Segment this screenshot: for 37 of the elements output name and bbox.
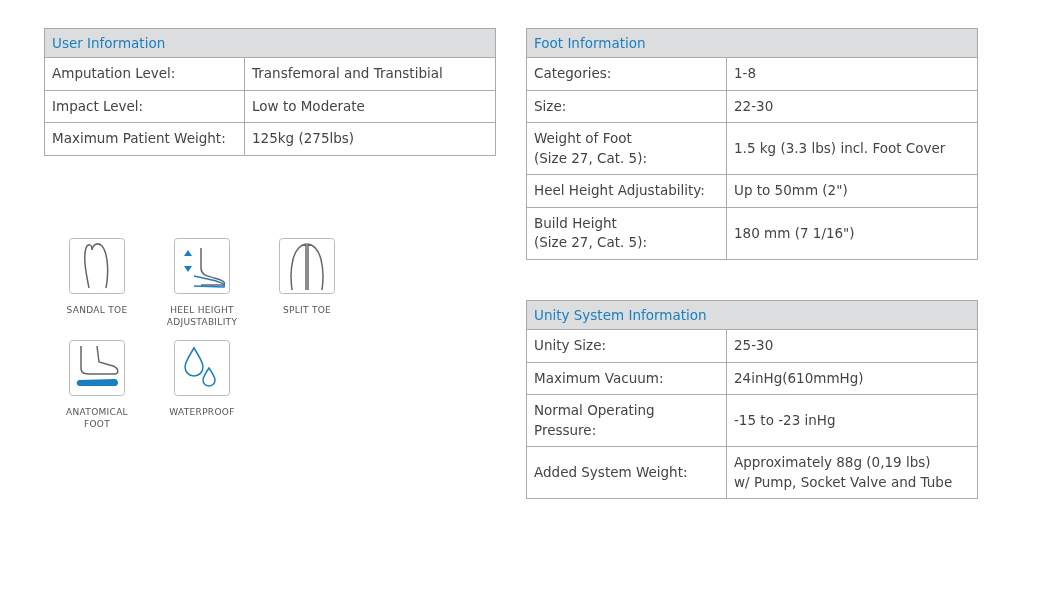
table-cell: Build Height (Size 27, Cat. 5): <box>526 207 727 260</box>
table-cell: 1-8 <box>726 57 978 91</box>
table-cell: 22-30 <box>726 90 978 123</box>
table-cell: Impact Level: <box>44 90 245 123</box>
foot-icon <box>279 237 335 294</box>
table-cell: Low to Moderate <box>244 90 496 123</box>
feature-label: WATERPROOF <box>169 405 235 419</box>
feature-label: HEEL HEIGHT ADJUSTABILITY <box>166 303 238 328</box>
foot-icon <box>69 339 125 396</box>
table-cell: Unity Size: <box>526 329 727 362</box>
table-cell: Weight of Foot (Size 27, Cat. 5): <box>526 122 727 175</box>
table-cell: Approximately 88g (0,19 lbs) w/ Pump, Socket Valve and Tube <box>726 446 978 499</box>
table-cell: Up to 50mm (2") <box>726 174 978 208</box>
table-cell: 125kg (275lbs) <box>244 122 496 156</box>
table-cell: 180 mm (7 1/16") <box>726 207 978 260</box>
table-cell: Maximum Vacuum: <box>526 362 727 395</box>
table-cell: Maximum Patient Weight: <box>44 122 245 156</box>
table-cell: 1.5 kg (3.3 lbs) incl. Foot Cover <box>726 122 978 175</box>
table-cell: Amputation Level: <box>44 57 245 91</box>
water-drops-icon <box>174 339 230 396</box>
table-header: Unity System Information <box>526 300 978 330</box>
table-cell: Heel Height Adjustability: <box>526 174 727 208</box>
table-cell: Normal Operating Pressure: <box>526 394 727 447</box>
table-cell: Categories: <box>526 57 727 91</box>
table-cell: 25-30 <box>726 329 978 362</box>
heel-height-icon <box>174 237 230 294</box>
feature-label: SANDAL TOE <box>66 303 128 316</box>
feature-label: ANATOMICAL FOOT <box>66 405 128 431</box>
table-cell: -15 to -23 inHg <box>726 394 978 447</box>
feature-label: SPLIT TOE <box>282 303 332 316</box>
table-header: User Information <box>44 28 496 58</box>
foot-icon <box>69 237 125 294</box>
table-cell: Size: <box>526 90 727 123</box>
table-cell: 24inHg(610mmHg) <box>726 362 978 395</box>
table-cell: Added System Weight: <box>526 446 727 499</box>
table-cell: Transfemoral and Transtibial <box>244 57 496 91</box>
table-header: Foot Information <box>526 28 978 58</box>
